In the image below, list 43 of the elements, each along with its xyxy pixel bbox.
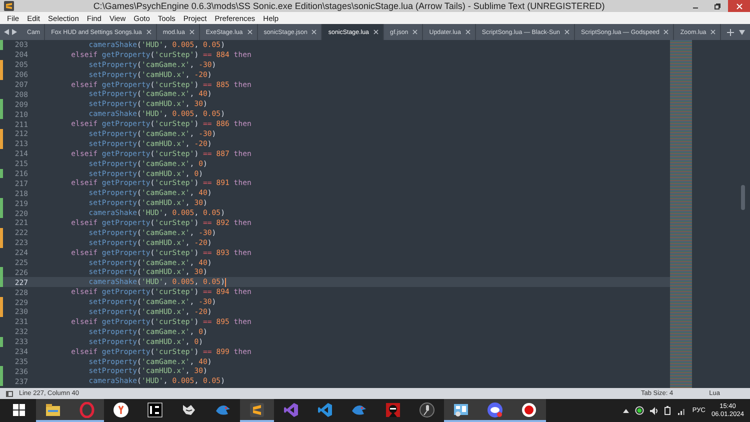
close-icon[interactable]	[146, 29, 152, 35]
code-editor-icon	[317, 402, 333, 418]
close-icon[interactable]	[311, 29, 318, 35]
taskbar-app[interactable]	[512, 399, 546, 422]
microphone-icon	[419, 402, 435, 418]
scroll-right-icon[interactable]	[12, 29, 17, 35]
window-title: C:\Games\PsychEngine 0.6.3\mods\SS Sonic.exe Edition\stages\sonicStage.lua (Arrow Tails) - Sublime Text (UNREGISTERED)	[92, 1, 606, 11]
chat-icon	[487, 402, 503, 418]
close-icon[interactable]	[464, 29, 471, 35]
sublime-icon	[249, 402, 265, 418]
panel-icon[interactable]	[6, 390, 13, 396]
folder-icon	[45, 402, 61, 418]
close-icon[interactable]	[373, 29, 379, 35]
windows-icon	[13, 404, 25, 416]
close-icon	[736, 2, 742, 10]
scroll-left-icon[interactable]	[4, 29, 9, 35]
visual-studio-icon	[283, 402, 299, 418]
plus-icon[interactable]	[727, 28, 734, 36]
status-circle-icon[interactable]	[635, 406, 644, 415]
close-icon[interactable]	[412, 29, 418, 35]
ninja-icon	[385, 402, 401, 418]
close-icon[interactable]	[246, 29, 253, 35]
signal-icon[interactable]	[678, 406, 686, 414]
close-icon[interactable]	[710, 29, 716, 35]
app-icon	[147, 402, 163, 418]
browser-icon	[113, 402, 129, 418]
scrollbar-thumb[interactable]	[741, 185, 745, 210]
close-icon[interactable]	[663, 29, 670, 35]
image-viewer-icon	[453, 402, 469, 418]
chevron-up-icon[interactable]	[623, 408, 630, 412]
battery-icon[interactable]	[664, 406, 672, 415]
speaker-icon[interactable]	[650, 406, 658, 414]
close-icon[interactable]	[188, 29, 195, 35]
taskbar-app[interactable]	[36, 399, 70, 422]
restore-icon	[714, 2, 720, 10]
close-icon[interactable]	[564, 29, 570, 35]
sublime-icon	[4, 1, 14, 11]
close-button[interactable]	[728, 0, 750, 12]
text-cursor	[224, 278, 226, 287]
taskbar-app[interactable]	[444, 399, 478, 422]
dropdown-icon[interactable]	[739, 30, 745, 34]
ring-icon	[79, 402, 95, 418]
record-icon	[521, 402, 537, 418]
